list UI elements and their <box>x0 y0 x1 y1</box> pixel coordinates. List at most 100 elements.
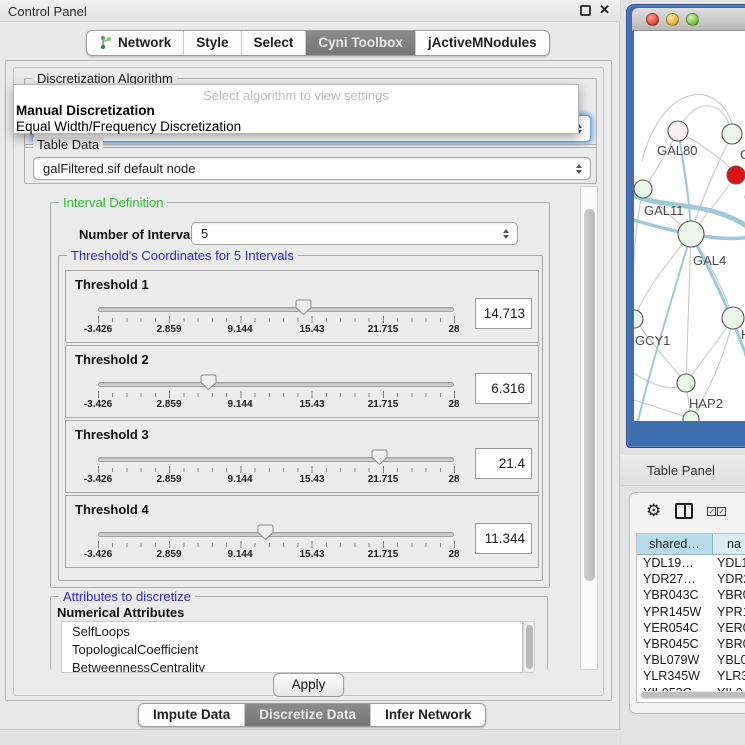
node-bottom[interactable] <box>683 411 699 421</box>
threshold-label: Threshold 2 <box>75 352 149 367</box>
tab-style[interactable]: Style <box>184 31 241 55</box>
top-tab-bar: Network Style Select Cyni Toolbox jActiv… <box>0 26 620 58</box>
attributes-group-label: Attributes to discretize <box>59 589 195 604</box>
tab-cyni-toolbox[interactable]: Cyni Toolbox <box>306 31 416 55</box>
table-row[interactable]: YBL079WYBL0 <box>637 652 745 668</box>
node-g[interactable] <box>722 124 742 144</box>
scale-tick-label: 15.43 <box>299 549 324 560</box>
slider-thumb[interactable] <box>295 299 312 316</box>
table-row[interactable]: YER054CYER0 <box>637 620 745 636</box>
node-gal4[interactable] <box>678 221 704 247</box>
scale-tick-label: 9.144 <box>227 549 252 560</box>
node-label: GAL11 <box>644 203 684 218</box>
interval-definition-label: Interval Definition <box>59 195 167 210</box>
node-gal11[interactable] <box>634 180 652 198</box>
tab-infer-network[interactable]: Infer Network <box>371 704 485 726</box>
minimize-traffic-light-icon[interactable] <box>666 13 679 26</box>
table-panel-title: Table Panel <box>647 463 715 478</box>
slider-minor-ticks <box>98 468 455 472</box>
network-window-titlebar[interactable] <box>632 8 745 31</box>
threshold-value-field[interactable]: 21.4 <box>475 448 532 479</box>
number-of-intervals-value: 5 <box>201 226 208 241</box>
threshold-slider[interactable] <box>98 457 454 462</box>
column-layout-icon[interactable] <box>675 503 693 519</box>
table-row[interactable]: YBR043CYBR0 <box>637 587 745 603</box>
list-item[interactable]: SelfLoops <box>62 622 522 640</box>
slider-thumb[interactable] <box>257 524 274 541</box>
interval-definition-group: Interval Definition Number of Intervals … <box>50 202 550 588</box>
threshold-value-field[interactable]: 11.344 <box>475 523 532 554</box>
slider-thumb[interactable] <box>200 374 217 391</box>
table-header-row: shared… na <box>637 534 745 555</box>
algorithm-option-manual[interactable]: Manual Discretization <box>16 103 155 118</box>
threshold-value-field[interactable]: 14.713 <box>475 298 532 329</box>
cyni-toolbox-panel: Discretization Algorithm Table Data galF… <box>5 60 612 701</box>
threshold-slider[interactable] <box>98 382 454 387</box>
numerical-attributes-list[interactable]: SelfLoops TopologicalCoefficient Between… <box>61 621 523 673</box>
node-red[interactable] <box>727 166 745 184</box>
threshold-slider[interactable] <box>98 532 454 537</box>
algorithm-option-equal-width[interactable]: Equal Width/Frequency Discretization <box>16 119 241 134</box>
node-h[interactable] <box>722 307 744 329</box>
close-traffic-light-icon[interactable] <box>646 13 659 26</box>
slider-minor-ticks <box>98 393 455 397</box>
attributes-group: Attributes to discretize Numerical Attri… <box>50 596 548 670</box>
tab-impute-data[interactable]: Impute Data <box>139 704 245 726</box>
right-region: GAL80 G C GAL11 GAL4 GCY1 H HAP2 Table P… <box>621 0 745 745</box>
network-window[interactable]: GAL80 G C GAL11 GAL4 GCY1 H HAP2 <box>626 4 745 448</box>
tab-jactivemnodules[interactable]: jActiveMNodules <box>416 31 549 55</box>
zoom-traffic-light-icon[interactable] <box>686 13 699 26</box>
scale-tick-label: 9.144 <box>227 474 252 485</box>
table-row[interactable]: YDR27…YDR2 <box>637 571 745 587</box>
close-icon[interactable]: ✕ <box>599 3 610 17</box>
slider-minor-ticks <box>98 543 455 547</box>
threshold-slider[interactable] <box>98 307 454 312</box>
node-gcy1[interactable] <box>634 310 643 328</box>
node-attribute-table[interactable]: shared… na YDL19…YDL1 YDR27…YDR2 YBR043C… <box>636 533 745 703</box>
table-panel-titlebar: Table Panel <box>621 455 745 486</box>
scale-tick-label: 9.144 <box>227 324 252 335</box>
table-data-combobox[interactable]: galFiltered.sif default node <box>33 157 591 180</box>
control-panel-titlebar: Control Panel ✕ <box>0 0 620 22</box>
table-row[interactable]: YLR345WYLR3 <box>637 668 745 684</box>
tab-discretize-data[interactable]: Discretize Data <box>245 704 371 726</box>
node-label: GAL4 <box>693 253 726 268</box>
node-label: G <box>740 147 745 162</box>
apply-button[interactable]: Apply <box>273 673 345 697</box>
settings-viewport: Interval Definition Number of Intervals … <box>22 186 597 670</box>
slider-thumb[interactable] <box>371 449 388 466</box>
table-data-label: Table Data <box>33 137 103 152</box>
settings-vertical-scrollbar[interactable] <box>580 186 598 670</box>
thresholds-group-label: Threshold's Coordinates for 5 Intervals <box>67 248 298 263</box>
bottom-strip <box>0 729 620 745</box>
tab-select[interactable]: Select <box>242 31 307 55</box>
thresholds-group: Threshold's Coordinates for 5 Intervals … <box>58 255 543 581</box>
float-window-icon[interactable] <box>580 5 591 16</box>
scale-tick-label: 21.715 <box>368 399 399 410</box>
gear-icon[interactable]: ⚙ <box>646 502 661 520</box>
list-item[interactable]: TopologicalCoefficient <box>62 640 522 658</box>
algorithm-prompt: Select algorithm to view settings <box>14 88 578 103</box>
node-gal80[interactable] <box>668 121 688 141</box>
threshold-value-field[interactable]: 6.316 <box>475 373 532 404</box>
attributes-list-scrollbar[interactable] <box>523 621 535 673</box>
column-header-shared-name[interactable]: shared… <box>637 534 713 554</box>
number-of-intervals-label: Number of Intervals <box>79 227 201 242</box>
table-horizontal-scrollbar[interactable] <box>639 691 745 699</box>
column-header-name[interactable]: na <box>713 534 745 554</box>
node-hap2[interactable] <box>677 374 695 392</box>
list-item[interactable]: BetweennessCentrality <box>62 658 522 673</box>
tab-network[interactable]: Network <box>87 31 184 55</box>
scale-tick-label: 15.43 <box>299 399 324 410</box>
table-row[interactable]: YPR145WYPR1 <box>637 604 745 620</box>
table-row[interactable]: YBR045CYBR0 <box>637 636 745 652</box>
table-panel-toolbar: ⚙ ✓ ✓ <box>630 497 745 525</box>
bottom-tab-bar: Impute Data Discretize Data Infer Networ… <box>0 703 620 729</box>
algorithm-dropdown-popup: Select algorithm to view settings Manual… <box>13 84 579 134</box>
number-of-intervals-combobox[interactable]: 5 <box>191 222 518 245</box>
network-canvas[interactable]: GAL80 G C GAL11 GAL4 GCY1 H HAP2 <box>634 31 745 421</box>
table-row[interactable]: YDL19…YDL1 <box>637 555 745 571</box>
select-columns-icon[interactable]: ✓ ✓ <box>707 507 726 516</box>
scale-tick-label: 15.43 <box>299 324 324 335</box>
checkbox-icon: ✓ <box>707 507 716 516</box>
